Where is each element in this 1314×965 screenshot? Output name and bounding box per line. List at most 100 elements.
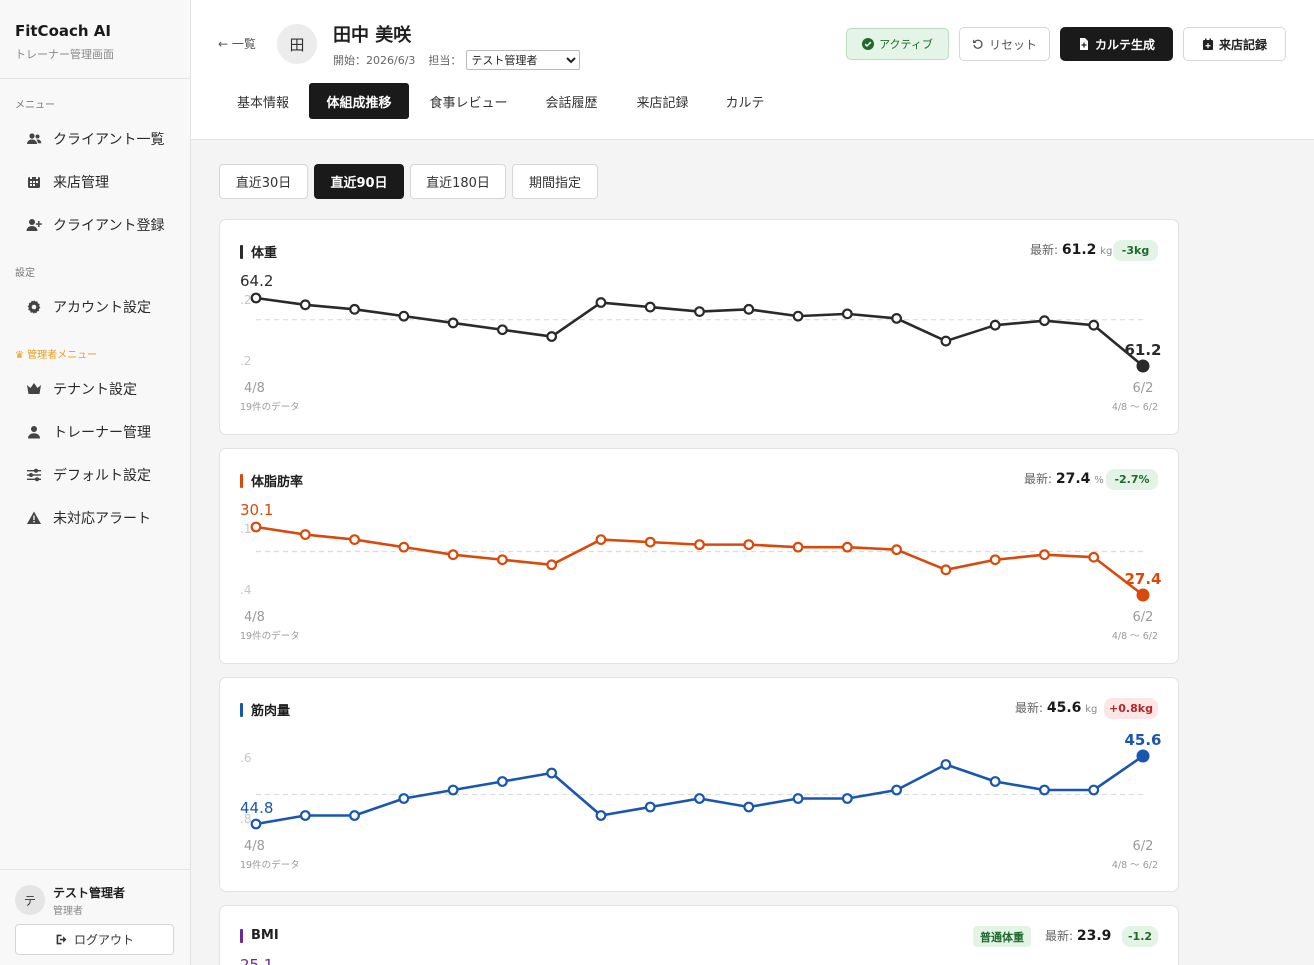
data-point[interactable] [792, 541, 804, 553]
data-point[interactable] [595, 534, 607, 545]
last-value-label: 45.6 [1124, 731, 1161, 749]
data-point[interactable] [1088, 784, 1100, 796]
date-range-label: 4/8 〜 6/2 [1112, 860, 1158, 871]
data-point[interactable] [940, 335, 952, 347]
logout-button[interactable]: ログアウト [15, 924, 174, 955]
latest-data-point[interactable] [1136, 359, 1150, 373]
data-point[interactable] [1088, 551, 1100, 563]
data-point[interactable] [595, 297, 607, 308]
data-point[interactable] [496, 776, 508, 787]
data-point[interactable] [694, 793, 705, 804]
tab-basic-info[interactable]: 基本情報 [223, 83, 303, 119]
data-point[interactable] [891, 312, 903, 324]
data-point[interactable] [299, 810, 311, 821]
data-point[interactable] [496, 554, 508, 566]
bmi-first-value: 25.1 [240, 956, 274, 965]
data-point[interactable] [250, 292, 262, 304]
data-point[interactable] [1039, 549, 1050, 561]
data-point[interactable] [644, 301, 656, 313]
data-point[interactable] [940, 564, 952, 576]
data-point[interactable] [743, 303, 755, 315]
data-point[interactable] [447, 317, 459, 329]
data-point[interactable] [546, 559, 558, 571]
first-value-label: 30.1 [240, 501, 273, 519]
sidebar-item-visit-management[interactable]: 来店管理 [26, 172, 109, 192]
sidebar-item-default-settings[interactable]: デフォルト設定 [26, 465, 151, 485]
data-point[interactable] [1039, 315, 1050, 327]
user-role: 管理者 [53, 906, 83, 917]
reset-button[interactable]: リセット [959, 27, 1050, 61]
data-point[interactable] [299, 529, 311, 540]
tab-karte[interactable]: カルテ [715, 83, 775, 119]
tab-conversation-history[interactable]: 会話履歴 [534, 83, 609, 119]
data-point[interactable] [989, 554, 1001, 566]
period-90-button[interactable]: 直近90日 [314, 164, 404, 199]
tab-visit-record[interactable]: 来店記録 [625, 83, 700, 119]
crown-icon [27, 383, 41, 394]
data-point[interactable] [398, 310, 410, 322]
data-point[interactable] [891, 544, 903, 556]
admin-section-label: ♛ 管理者メニュー [15, 350, 98, 361]
sidebar-item-client-list[interactable]: クライアント一覧 [26, 129, 164, 149]
data-point[interactable] [349, 303, 360, 315]
data-point[interactable] [349, 810, 360, 821]
tab-body-composition[interactable]: 体組成推移 [309, 83, 409, 119]
x-start-label: 4/8 [244, 381, 265, 396]
sidebar-item-account-settings[interactable]: アカウント設定 [26, 297, 151, 317]
data-point[interactable] [841, 793, 853, 804]
sidebar-item-trainer-management[interactable]: トレーナー管理 [26, 422, 151, 442]
series-line [255, 754, 1144, 826]
data-point[interactable] [349, 534, 360, 545]
data-point[interactable] [792, 793, 804, 804]
period-180-button[interactable]: 直近180日 [410, 164, 506, 199]
data-point[interactable] [595, 810, 607, 821]
body-fat-chart: .1 .4 4/8 6/2 19件のデータ 4/8 〜 6/2 30.1 27.4 [240, 501, 1162, 642]
period-custom-button[interactable]: 期間指定 [512, 164, 598, 199]
data-point[interactable] [743, 801, 755, 813]
back-link[interactable]: ← 一覧 [218, 35, 256, 52]
data-point[interactable] [792, 310, 804, 322]
data-point[interactable] [841, 308, 853, 320]
visit-record-button[interactable]: 来店記録 [1183, 27, 1286, 61]
data-point[interactable] [546, 331, 558, 342]
data-point[interactable] [250, 521, 262, 533]
x-end-label: 6/2 [1133, 381, 1154, 396]
calendar-plus-icon [1202, 38, 1213, 50]
sidebar-item-alerts[interactable]: 未対応アラート [26, 508, 151, 528]
bmi-title: BMI [251, 928, 279, 943]
latest-data-point[interactable] [1136, 749, 1150, 763]
data-point[interactable] [940, 759, 952, 770]
data-point[interactable] [398, 793, 410, 804]
tab-meal-review[interactable]: 食事レビュー [421, 83, 516, 119]
karte-label: カルテ生成 [1094, 37, 1155, 52]
data-point[interactable] [447, 784, 459, 796]
data-point[interactable] [891, 784, 903, 796]
data-point[interactable] [546, 767, 558, 779]
period-30-button[interactable]: 直近30日 [219, 164, 308, 199]
visit-label: 来店記録 [1218, 37, 1267, 52]
data-point[interactable] [398, 541, 410, 553]
latest-data-point[interactable] [1136, 588, 1150, 602]
data-point[interactable] [743, 539, 755, 551]
data-point[interactable] [250, 818, 262, 830]
avatar: テ [15, 885, 45, 915]
data-point[interactable] [447, 549, 459, 561]
trainer-select[interactable]: テスト管理者 [466, 50, 581, 70]
sliders-icon [27, 468, 41, 482]
sidebar-item-tenant-settings[interactable]: テナント設定 [26, 379, 137, 399]
data-point[interactable] [299, 299, 311, 311]
data-point[interactable] [644, 801, 656, 813]
bmi-card-title: BMI [240, 928, 279, 943]
data-point[interactable] [1039, 784, 1050, 796]
data-point[interactable] [496, 324, 508, 336]
brand-subtitle: トレーナー管理画面 [15, 48, 114, 61]
data-point[interactable] [1088, 319, 1100, 331]
data-point[interactable] [694, 539, 705, 551]
data-point[interactable] [644, 536, 656, 548]
data-point[interactable] [841, 541, 853, 553]
data-point[interactable] [694, 306, 705, 317]
sidebar-item-client-register[interactable]: クライアント登録 [26, 215, 164, 235]
data-point[interactable] [989, 776, 1001, 787]
data-point[interactable] [989, 319, 1001, 331]
generate-karte-button[interactable]: カルテ生成 [1060, 27, 1173, 61]
